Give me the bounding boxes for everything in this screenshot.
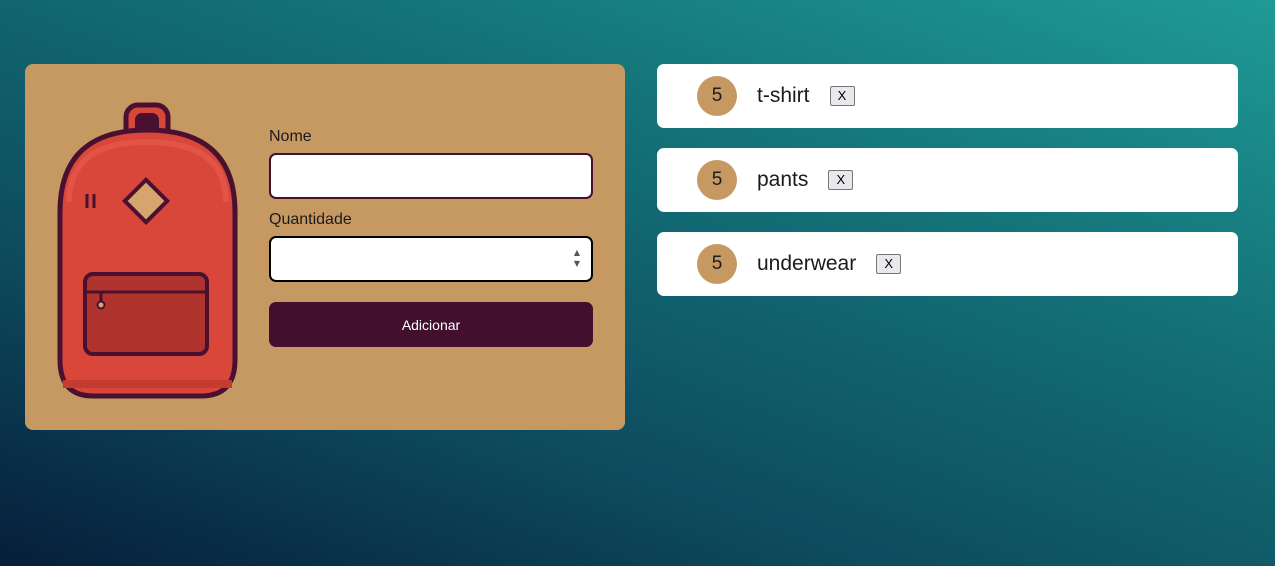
list-item: 5 underwear X: [657, 232, 1238, 296]
quantity-field: ▲ ▼: [269, 236, 593, 282]
item-name: t-shirt: [757, 84, 810, 107]
quantity-label: Quantidade: [269, 211, 352, 228]
backpack-icon: [57, 102, 238, 399]
remove-button[interactable]: X: [828, 170, 854, 190]
add-button[interactable]: Adicionar: [269, 302, 593, 347]
spin-down-icon[interactable]: ▼: [571, 259, 583, 268]
spin-up-icon[interactable]: ▲: [571, 248, 583, 257]
list-item: 5 t-shirt X: [657, 64, 1238, 128]
remove-button[interactable]: X: [829, 86, 855, 106]
list-item: 5 pants X: [657, 148, 1238, 212]
quantity-spinner[interactable]: ▲ ▼: [571, 248, 583, 268]
name-input[interactable]: [269, 153, 593, 199]
quantity-badge: 5: [697, 244, 737, 284]
name-label: Nome: [269, 128, 312, 145]
quantity-input[interactable]: [269, 236, 593, 282]
remove-button[interactable]: X: [876, 254, 902, 274]
quantity-badge: 5: [697, 76, 737, 116]
add-item-card: Nome Quantidade ▲ ▼ Adicionar: [25, 64, 625, 430]
item-list: 5 t-shirt X 5 pants X 5 underwear X: [657, 64, 1238, 316]
item-name: underwear: [757, 252, 857, 275]
add-item-form: Nome Quantidade ▲ ▼ Adicionar: [269, 128, 593, 347]
quantity-badge: 5: [697, 160, 737, 200]
item-name: pants: [757, 168, 809, 191]
